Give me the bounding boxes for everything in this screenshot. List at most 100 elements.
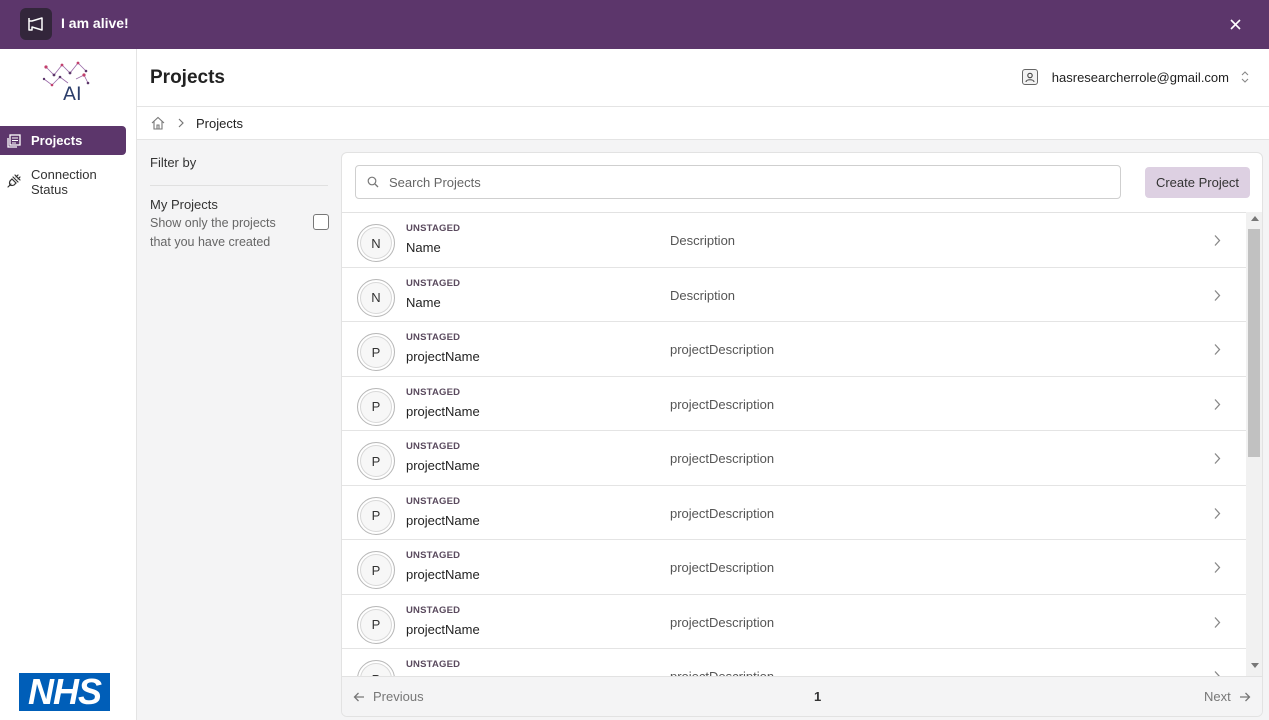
filter-heading: My Projects xyxy=(150,197,218,212)
search-icon xyxy=(367,176,379,188)
projects-icon xyxy=(7,133,21,148)
project-row[interactable]: P UNSTAGED projectName projectDescription xyxy=(342,594,1246,649)
chevron-right-icon xyxy=(178,118,184,128)
project-description: projectDescription xyxy=(670,614,775,630)
chevron-right-icon xyxy=(1214,344,1221,355)
chevron-right-icon xyxy=(1214,616,1221,628)
plug-icon xyxy=(7,174,21,188)
nhs-logo: NHS xyxy=(19,671,110,712)
project-description: projectDescription xyxy=(670,560,775,575)
project-row[interactable]: P UNSTAGED projectName projectDescription xyxy=(342,431,1246,486)
project-name: projectName xyxy=(406,403,480,419)
project-name: projectName xyxy=(406,621,480,637)
project-avatar: P xyxy=(357,442,395,480)
breadcrumb: Projects xyxy=(137,107,1269,140)
project-description: projectDescription xyxy=(670,396,775,412)
project-avatar: N xyxy=(357,278,395,317)
project-name: Name xyxy=(406,294,441,310)
project-row[interactable]: N UNSTAGED Name Description xyxy=(342,267,1246,322)
project-description: Description xyxy=(670,233,736,248)
chevron-right-icon xyxy=(1214,235,1221,246)
project-row[interactable]: P UNSTAGED projectName projectDescription xyxy=(342,322,1246,377)
page-number[interactable]: 1 xyxy=(814,689,821,704)
sidebar-item-connection-status[interactable]: Connection Status xyxy=(0,167,130,197)
previous-label: Previous xyxy=(373,689,424,704)
announcement-banner: I am alive! xyxy=(0,0,1269,49)
project-avatar: N xyxy=(357,224,395,262)
breadcrumb-current: Projects xyxy=(196,115,243,131)
megaphone-icon xyxy=(20,8,52,40)
project-name: projectName xyxy=(406,567,480,582)
arrow-right-icon xyxy=(1239,692,1251,701)
next-page-button[interactable]: Next xyxy=(1204,689,1251,704)
app-logo: AI xyxy=(40,59,92,105)
project-list: N UNSTAGED Name Description N UNSTAGED Name Des… xyxy=(342,212,1246,676)
user-menu[interactable]: hasresearcherrole@gmail.com xyxy=(1021,69,1249,85)
scrollbar[interactable] xyxy=(1246,212,1262,676)
main-content: Filter by My Projects Show only the proj… xyxy=(137,140,1269,720)
status-badge: UNSTAGED xyxy=(406,277,461,289)
project-avatar: P xyxy=(357,605,395,644)
status-badge: UNSTAGED xyxy=(406,550,461,561)
status-badge: UNSTAGED xyxy=(406,332,461,343)
logo-text: AI xyxy=(63,83,82,103)
project-row[interactable]: P UNSTAGED projectName projectDescription xyxy=(342,540,1246,595)
status-badge: UNSTAGED xyxy=(406,386,461,398)
scroll-thumb[interactable] xyxy=(1248,229,1260,457)
scroll-down-arrow[interactable] xyxy=(1251,663,1259,668)
chevron-right-icon xyxy=(1214,289,1221,301)
close-icon[interactable] xyxy=(1225,14,1245,34)
status-badge: UNSTAGED xyxy=(406,495,461,507)
projects-panel: Create Project NUNSTAGEDNameDescriptionN… xyxy=(341,152,1263,717)
search-input[interactable] xyxy=(389,174,1089,190)
chevron-updown-icon xyxy=(1241,71,1249,83)
sidebar-item-label: Projects xyxy=(31,133,83,148)
status-badge: UNSTAGED xyxy=(406,223,461,234)
status-badge: UNSTAGED xyxy=(406,604,461,616)
project-row[interactable]: P UNSTAGED projectName projectDescription xyxy=(342,376,1246,431)
banner-text: I am alive! xyxy=(61,15,129,31)
project-avatar: P xyxy=(357,660,395,676)
status-badge: UNSTAGED xyxy=(406,659,461,670)
project-name: projectName xyxy=(406,512,480,528)
pagination: Previous 1 Next xyxy=(342,676,1262,716)
project-row[interactable]: P UNSTAGED projectName projectDescription xyxy=(342,485,1246,540)
filter-title: Filter by xyxy=(150,155,197,170)
sidebar-item-projects[interactable]: Projects xyxy=(0,126,126,155)
status-badge: UNSTAGED xyxy=(406,441,461,452)
sidebar: AI Projects Connection Status NHS xyxy=(0,49,137,720)
project-row[interactable]: PUNSTAGEDprojectNameprojectDescription xyxy=(342,649,1246,676)
page-title: Projects xyxy=(150,67,225,88)
project-description: Description xyxy=(670,287,736,303)
project-name: Name xyxy=(406,240,441,255)
project-name: projectName xyxy=(406,349,480,364)
next-label: Next xyxy=(1204,689,1231,704)
project-description: projectDescription xyxy=(670,505,775,521)
project-description: projectDescription xyxy=(670,669,774,676)
scroll-up-arrow[interactable] xyxy=(1251,216,1259,221)
previous-page-button[interactable]: Previous xyxy=(353,689,424,704)
sidebar-item-label: Connection Status xyxy=(31,167,97,197)
chevron-right-icon xyxy=(1214,507,1221,519)
arrow-left-icon xyxy=(353,692,364,701)
project-description: projectDescription xyxy=(670,342,775,357)
chevron-right-icon xyxy=(1214,562,1221,573)
chevron-right-icon xyxy=(1214,398,1221,410)
project-avatar: P xyxy=(357,387,395,426)
project-avatar: P xyxy=(357,333,395,371)
my-projects-checkbox[interactable] xyxy=(313,214,329,230)
project-avatar: P xyxy=(357,496,395,535)
divider xyxy=(150,185,328,186)
chevron-right-icon xyxy=(1214,453,1221,464)
filter-description: Show only the projects that you have cre… xyxy=(150,216,276,249)
user-icon xyxy=(1021,69,1038,85)
create-project-button[interactable]: Create Project xyxy=(1145,167,1250,198)
home-icon[interactable] xyxy=(151,116,165,130)
project-avatar: P xyxy=(357,551,395,589)
project-name: projectName xyxy=(406,458,480,473)
user-email: hasresearcherrole@gmail.com xyxy=(1051,69,1229,85)
search-box xyxy=(355,165,1121,199)
project-description: projectDescription xyxy=(670,451,775,466)
project-row[interactable]: N UNSTAGED Name Description xyxy=(342,213,1246,268)
page-header: Projects hasresearcherrole@gmail.com xyxy=(137,49,1269,107)
